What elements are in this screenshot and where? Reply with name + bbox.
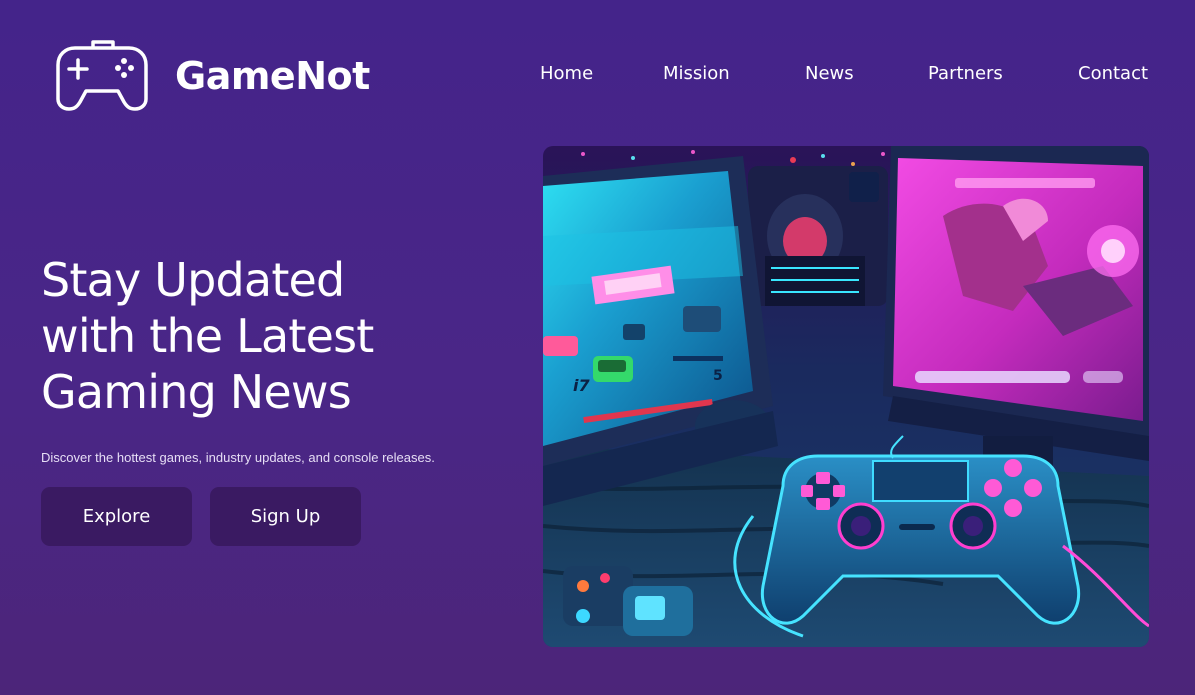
svg-text:i7: i7 <box>573 376 590 395</box>
nav-mission[interactable]: Mission <box>663 63 730 84</box>
nav-contact[interactable]: Contact <box>1078 63 1148 84</box>
hero-title-line: with the Latest <box>41 309 374 363</box>
hero-gaming-illustration: i7 5 <box>543 146 1149 647</box>
hero-title-line: Gaming News <box>41 365 352 419</box>
svg-text:5: 5 <box>713 368 723 384</box>
sign-up-button[interactable]: Sign Up <box>210 487 361 546</box>
nav-news[interactable]: News <box>805 63 854 84</box>
explore-button[interactable]: Explore <box>41 487 192 546</box>
nav-partners[interactable]: Partners <box>928 63 1003 84</box>
hero-title: Stay Updated with the Latest Gaming News <box>41 252 501 420</box>
main-nav: Home Mission News Partners Contact <box>0 63 1195 91</box>
hero-title-line: Stay Updated <box>41 253 345 307</box>
hero-subtitle: Discover the hottest games, industry upd… <box>41 450 435 465</box>
nav-home[interactable]: Home <box>540 63 593 84</box>
